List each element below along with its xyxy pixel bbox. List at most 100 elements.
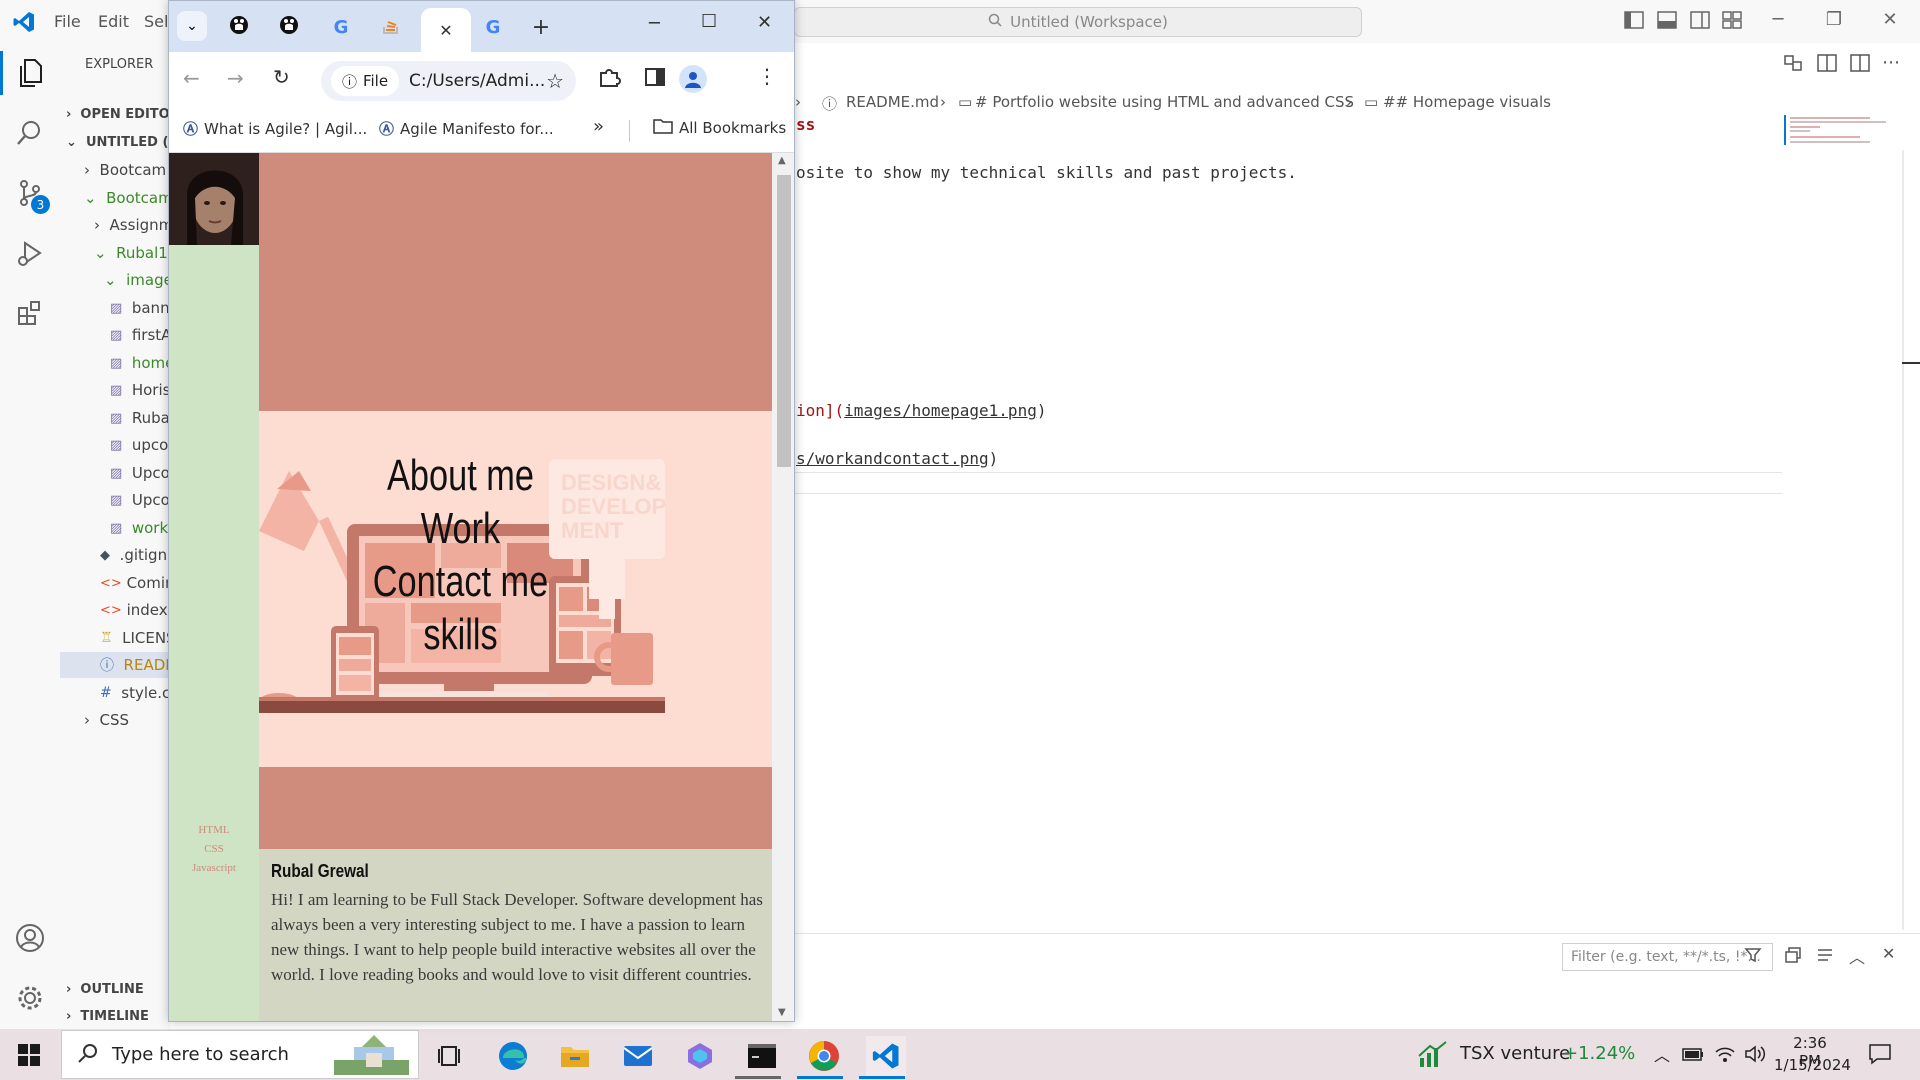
task-view-icon[interactable] xyxy=(430,1036,470,1076)
tree-file-selected[interactable]: ⓘ READM xyxy=(60,652,178,678)
bookmark-item[interactable]: Ⓐ Agile Manifesto for... xyxy=(379,118,554,139)
edge-browser-icon[interactable] xyxy=(493,1036,533,1076)
page-scrollbar[interactable]: ▲ ▼ xyxy=(772,153,794,1021)
tab-stackoverflow[interactable] xyxy=(369,8,413,46)
tree-file[interactable]: ▨ firstA xyxy=(110,322,171,348)
vscode-restore-button[interactable]: ❐ xyxy=(1820,9,1848,33)
breadcrumb-file[interactable]: README.md xyxy=(846,93,939,111)
command-center[interactable]: Untitled (Workspace) xyxy=(794,7,1362,37)
extensions-icon[interactable] xyxy=(10,293,50,333)
toggle-sidebar-icon[interactable] xyxy=(1624,11,1644,29)
toggle-secondary-sidebar-icon[interactable] xyxy=(1690,11,1710,29)
copilot-icon[interactable] xyxy=(680,1036,720,1076)
tree-folder[interactable]: › Bootcam xyxy=(84,157,166,183)
reload-button[interactable]: ↻ xyxy=(273,65,290,89)
side-panel-icon[interactable] xyxy=(645,68,667,90)
nav-work[interactable]: Work xyxy=(303,504,617,554)
more-bookmarks-icon[interactable]: » xyxy=(593,116,604,137)
clock-date[interactable]: 1/15/2024 xyxy=(1774,1056,1851,1074)
tree-folder-open[interactable]: ⌄ Rubal10 xyxy=(94,240,177,266)
tree-folder-open[interactable]: ⌄ image xyxy=(104,267,173,293)
tree-file[interactable]: # style.c xyxy=(100,680,170,706)
tree-section-open-editors[interactable]: › OPEN EDITO xyxy=(66,101,170,127)
tree-file[interactable]: ▨ work xyxy=(110,515,168,541)
run-debug-icon[interactable] xyxy=(10,233,50,273)
chrome-minimize-button[interactable]: ─ xyxy=(649,13,660,34)
vscode-minimize-button[interactable]: ─ xyxy=(1764,9,1792,33)
bookmark-item[interactable]: Ⓐ What is Agile? | Agil... xyxy=(183,118,367,139)
breadcrumb-heading-1[interactable]: # Portfolio website using HTML and advan… xyxy=(975,93,1354,111)
extensions-icon[interactable] xyxy=(597,65,623,91)
outline-section[interactable]: › OUTLINE xyxy=(66,976,144,1002)
menu-selection[interactable]: Sel xyxy=(144,12,168,31)
tab-google[interactable]: G xyxy=(319,8,363,46)
menu-edit[interactable]: Edit xyxy=(98,12,129,31)
tab-github-2[interactable] xyxy=(267,8,311,46)
search-icon[interactable] xyxy=(10,113,50,153)
scrollbar-thumb[interactable] xyxy=(777,175,791,467)
tree-folder-open[interactable]: ⌄ Bootcam xyxy=(84,185,173,211)
taskbar-search[interactable]: Type here to search xyxy=(61,1030,419,1079)
tree-file[interactable]: ▨ bann xyxy=(110,295,170,321)
problems-filter-input[interactable]: Filter (e.g. text, **/*.ts, !*... xyxy=(1562,943,1773,971)
chrome-menu-icon[interactable]: ⋮ xyxy=(757,64,777,88)
editor-scrollbar[interactable] xyxy=(1902,150,1904,930)
accounts-icon[interactable] xyxy=(10,918,50,958)
minimap[interactable] xyxy=(1784,115,1888,150)
tree-file[interactable]: ▨ Ruba xyxy=(110,405,170,431)
collapse-all-icon[interactable] xyxy=(1784,946,1804,966)
timeline-section[interactable]: › TIMELINE xyxy=(66,1003,149,1029)
chrome-close-button[interactable]: ✕ xyxy=(757,12,772,33)
all-bookmarks-button[interactable]: All Bookmarks xyxy=(653,118,786,138)
nav-skills[interactable]: skills xyxy=(303,610,617,660)
tree-file[interactable]: ▨ home xyxy=(110,350,174,376)
tree-section-workspace[interactable]: ⌄ UNTITLED (W xyxy=(66,129,183,155)
profile-avatar-icon[interactable] xyxy=(679,65,707,93)
tree-folder[interactable]: › CSS xyxy=(84,707,129,733)
filter-icon[interactable] xyxy=(1744,946,1764,966)
new-tab-button[interactable]: + xyxy=(519,8,563,46)
tab-github[interactable] xyxy=(217,8,261,46)
vscode-close-button[interactable]: ✕ xyxy=(1876,9,1904,33)
forward-button[interactable]: → xyxy=(227,66,244,90)
nav-contact-me[interactable]: Contact me xyxy=(303,557,617,607)
menu-file[interactable]: File xyxy=(54,12,81,31)
nav-about-me[interactable]: About me xyxy=(303,451,617,501)
tree-file[interactable]: ▨ Horis xyxy=(110,377,170,403)
scroll-down-icon[interactable]: ▼ xyxy=(778,1007,786,1018)
more-actions-icon[interactable]: ⋯ xyxy=(1882,52,1900,73)
site-info-chip[interactable]: ⓘ File xyxy=(331,66,399,96)
vscode-taskbar-icon[interactable] xyxy=(866,1036,906,1076)
open-changes-icon[interactable] xyxy=(1782,53,1804,73)
chrome-maximize-button[interactable]: ☐ xyxy=(701,11,717,32)
tree-file[interactable]: ▨ Upco xyxy=(110,487,170,513)
terminal-icon[interactable] xyxy=(742,1036,782,1076)
tree-folder[interactable]: › Assignm xyxy=(94,212,173,238)
tree-file[interactable]: ◆ .gitign xyxy=(100,542,167,568)
tree-file[interactable]: ♖ LICENS xyxy=(100,625,176,651)
open-preview-icon[interactable] xyxy=(1816,53,1838,73)
toggle-panel-icon[interactable] xyxy=(1657,11,1677,29)
address-bar[interactable]: ⓘ File C:/Users/Admi... ☆ xyxy=(321,61,576,101)
battery-icon[interactable] xyxy=(1682,1046,1704,1062)
tree-file[interactable]: ▨ Upco xyxy=(110,460,170,486)
tab-google-2[interactable]: G xyxy=(471,8,515,46)
notifications-icon[interactable] xyxy=(1868,1042,1892,1066)
customize-layout-icon[interactable] xyxy=(1722,11,1742,29)
windows-start-icon[interactable] xyxy=(18,1044,40,1066)
maximize-panel-icon[interactable]: ︿ xyxy=(1849,944,1865,968)
active-tab-close-button[interactable]: ✕ xyxy=(421,8,471,52)
show-hidden-icons[interactable]: ︿ xyxy=(1654,1042,1670,1066)
close-panel-icon[interactable]: ✕ xyxy=(1882,944,1895,963)
split-editor-icon[interactable] xyxy=(1849,53,1871,73)
tree-file[interactable]: ▨ upco xyxy=(110,432,168,458)
stock-name[interactable]: TSX venture xyxy=(1460,1043,1570,1064)
wifi-icon[interactable] xyxy=(1714,1044,1736,1064)
chrome-icon[interactable] xyxy=(804,1036,844,1076)
view-as-list-icon[interactable] xyxy=(1816,946,1836,966)
settings-gear-icon[interactable] xyxy=(10,978,50,1018)
tree-file[interactable]: <> Comin xyxy=(100,570,175,596)
back-button[interactable]: ← xyxy=(183,66,200,90)
volume-icon[interactable] xyxy=(1744,1044,1766,1064)
bookmark-star-icon[interactable]: ☆ xyxy=(546,69,564,93)
